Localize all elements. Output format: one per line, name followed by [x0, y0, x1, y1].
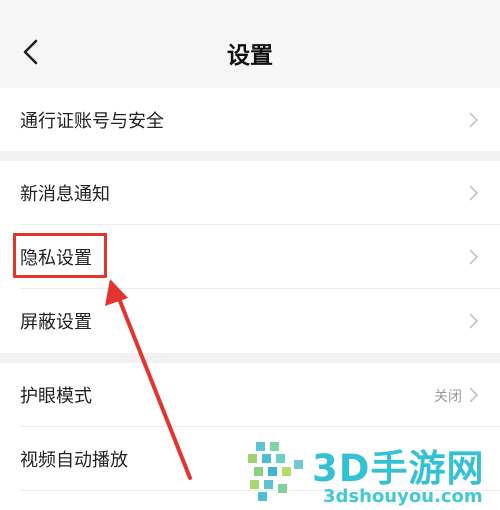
settings-item-label: 通行证账号与安全 [20, 111, 164, 132]
chevron-right-icon [469, 112, 479, 128]
settings-section-account: 通行证账号与安全 [0, 88, 500, 151]
settings-item-notifications[interactable]: 新消息通知 [0, 161, 500, 225]
chevron-right-icon [469, 185, 479, 201]
watermark-brand: 3D手游网 [312, 447, 485, 490]
settings-item-label: 新消息通知 [20, 184, 110, 205]
settings-item-label: 屏蔽设置 [20, 312, 92, 333]
settings-item-block[interactable]: 屏蔽设置 [0, 289, 500, 353]
page-title: 设置 [227, 43, 273, 69]
watermark-url: 3dshouyou.com [323, 486, 483, 507]
settings-item-account-security[interactable]: 通行证账号与安全 [0, 88, 500, 152]
eye-care-status: 关闭 [434, 389, 462, 405]
watermark-logo-icon [248, 442, 303, 501]
chevron-right-icon [469, 313, 479, 329]
settings-item-label: 视频自动播放 [20, 450, 128, 471]
header-bar: 设置 [0, 0, 500, 88]
settings-item-eye-care[interactable]: 护眼模式 关闭 [0, 363, 500, 427]
chevron-right-icon [469, 387, 479, 403]
settings-item-label: 护眼模式 [20, 386, 92, 407]
chevron-right-icon [469, 249, 479, 265]
highlight-box [13, 233, 107, 278]
